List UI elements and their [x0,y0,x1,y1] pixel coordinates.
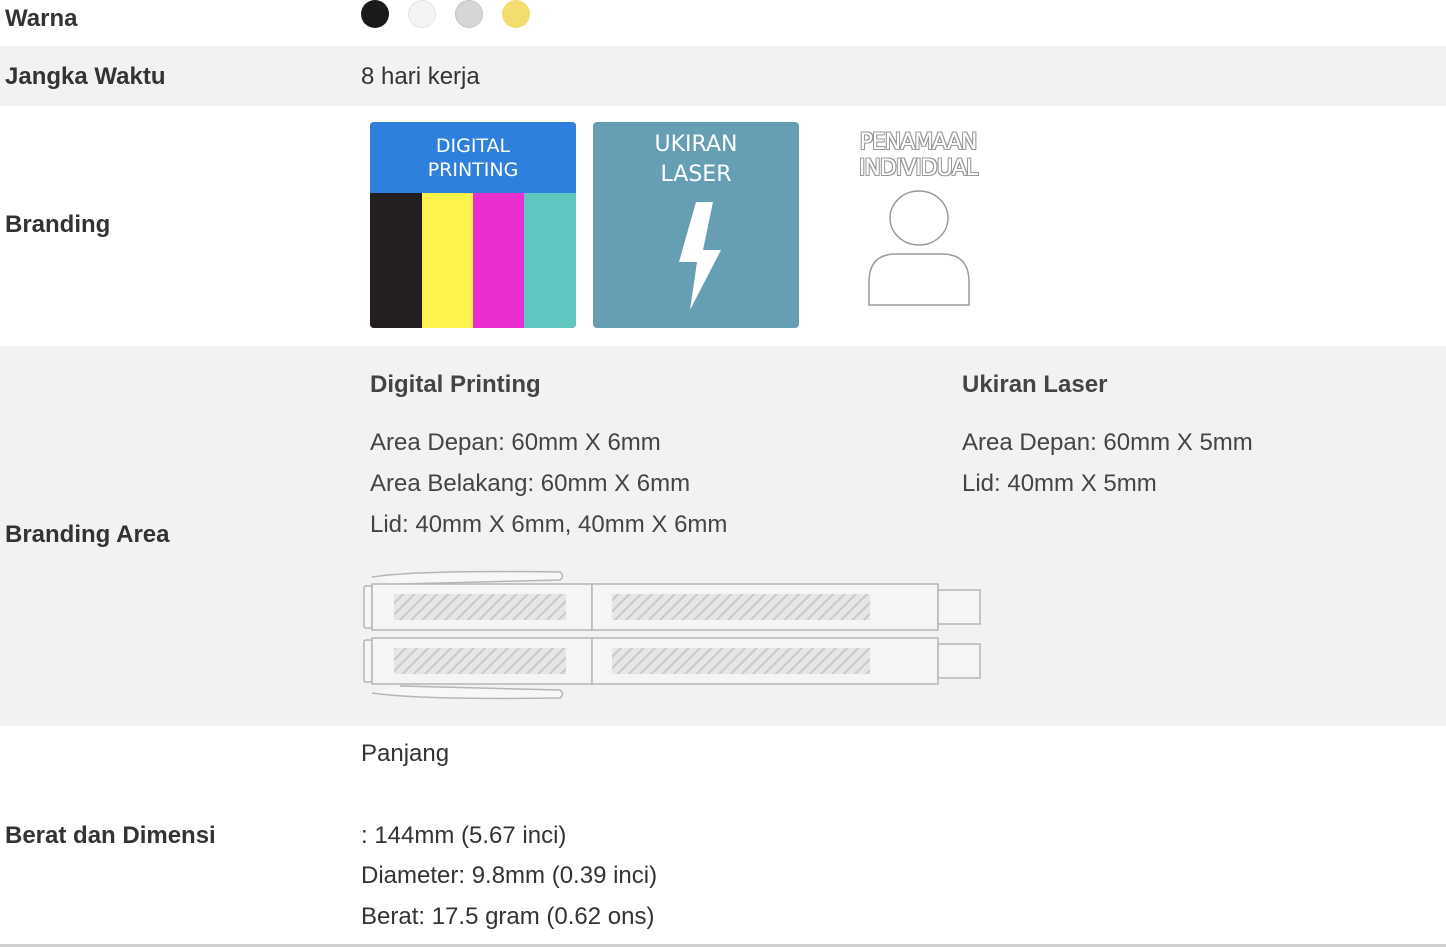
lightning-icon [679,202,721,310]
pen-branding-area-diagram [363,570,981,700]
dp-area-line-1: Area Depan: 60mm X 6mm [370,429,661,456]
stripe-black [370,193,422,328]
swatch-black[interactable] [361,0,389,28]
row-warna: Warna [0,0,1446,46]
stripe-cyan [524,193,576,328]
digital-printing-area-title: Digital Printing [370,371,541,398]
stripe-yellow [422,193,473,328]
ul-area-line-1: Area Depan: 60mm X 5mm [962,429,1253,456]
dimensi-line-3: Berat: 17.5 gram (0.62 ons) [361,903,655,930]
warna-label: Warna [5,5,78,32]
swatch-silver[interactable] [455,0,483,28]
row-branding-area: Branding Area Digital Printing Area Depa… [0,346,1446,726]
digital-printing-line2: PRINTING [427,159,519,181]
dimensi-line-2: Diameter: 9.8mm (0.39 inci) [361,862,658,889]
branding-tile-penamaan-individual[interactable]: PENAMAAN INDIVIDUAL [818,122,1018,328]
branding-tile-ukiran-laser[interactable]: UKIRAN LASER [593,122,799,328]
swatch-gold[interactable] [502,0,530,28]
swatch-white[interactable] [408,0,436,28]
panjang-label: Panjang [361,740,450,767]
dp-area-line-3: Lid: 40mm X 6mm, 40mm X 6mm [370,511,728,538]
stripe-magenta [473,193,524,328]
digital-printing-line1: DIGITAL [435,135,511,157]
branding-label: Branding [5,211,111,238]
branding-tile-digital-printing[interactable]: DIGITAL PRINTING [370,122,576,328]
row-jangka-waktu: Jangka Waktu 8 hari kerja [0,46,1446,106]
jangka-waktu-label: Jangka Waktu [5,63,166,90]
jangka-waktu-value: 8 hari kerja [361,63,480,90]
branding-area-label: Branding Area [5,521,170,548]
ukiran-laser-area-title: Ukiran Laser [962,371,1108,398]
dimensi-line-1: : 144mm (5.67 inci) [361,822,567,849]
ul-area-line-2: Lid: 40mm X 5mm [962,470,1157,497]
person-icon [868,190,970,306]
dp-area-line-2: Area Belakang: 60mm X 6mm [370,470,691,497]
berat-dimensi-label: Berat dan Dimensi [5,822,216,849]
digital-printing-heading: DIGITAL PRINTING [370,122,576,193]
